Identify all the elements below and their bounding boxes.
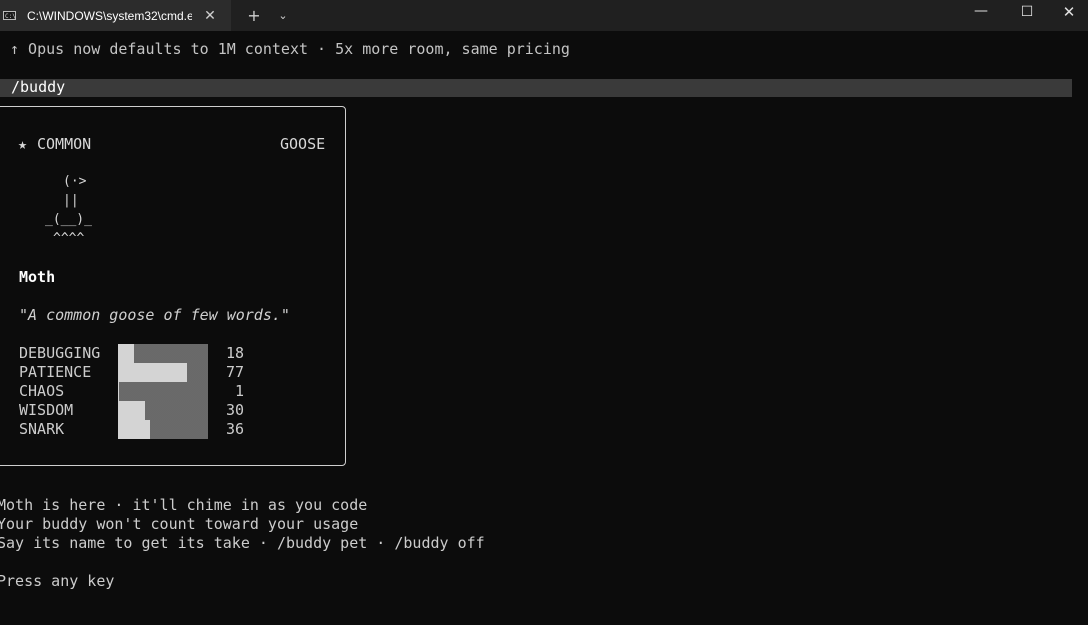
- close-window-button[interactable]: ✕: [1050, 0, 1088, 24]
- species-label: GOOSE: [280, 135, 326, 153]
- stat-bar: [118, 344, 208, 363]
- ascii-art-line: _(__)_: [45, 212, 92, 227]
- star-icon: ★: [18, 135, 28, 153]
- stat-bar: [118, 363, 208, 382]
- stat-bar: [118, 401, 208, 420]
- buddy-name: Moth: [19, 268, 56, 286]
- stat-bar-fill: [118, 420, 150, 439]
- chevron-down-icon[interactable]: ⌄: [273, 5, 293, 27]
- stat-value: 36: [225, 420, 244, 438]
- stat-label: WISDOM: [19, 401, 74, 419]
- update-notice: ↑ Opus now defaults to 1M context · 5x m…: [10, 40, 570, 58]
- rarity-label: COMMON: [37, 135, 92, 153]
- goose-ascii-art: (·> || _(__)_ ^^^^: [45, 172, 92, 248]
- press-key-prompt: Press any key: [0, 572, 115, 590]
- cmd-icon: C:\: [3, 11, 16, 20]
- stat-bar: [118, 382, 208, 401]
- ascii-art-line: (·>: [63, 174, 87, 189]
- title-bar: C:\ C:\WINDOWS\system32\cmd.e ✕ + ⌄ — ☐ …: [0, 0, 1088, 31]
- stat-label: PATIENCE: [19, 363, 92, 381]
- stat-bar-fill: [118, 401, 145, 420]
- stat-value: 18: [225, 344, 244, 362]
- terminal-window: C:\ C:\WINDOWS\system32\cmd.e ✕ + ⌄ — ☐ …: [0, 0, 1088, 625]
- message-line: Your buddy won't count toward your usage: [0, 515, 359, 533]
- minimize-button[interactable]: —: [958, 0, 1004, 24]
- close-tab-icon[interactable]: ✕: [200, 6, 220, 26]
- stat-bar-fill: [118, 382, 119, 401]
- tab-cmd[interactable]: C:\ C:\WINDOWS\system32\cmd.e ✕: [0, 0, 231, 31]
- stat-bar-fill: [118, 363, 187, 382]
- stat-label: DEBUGGING: [19, 344, 101, 362]
- message-line: Say its name to get its take · /buddy pe…: [0, 534, 485, 552]
- maximize-button[interactable]: ☐: [1004, 0, 1050, 24]
- stat-value: 1: [234, 382, 244, 400]
- stat-bar: [118, 420, 208, 439]
- stat-bar-fill: [118, 344, 134, 363]
- command-highlight: [0, 79, 1072, 97]
- ascii-art-line: ^^^^: [53, 231, 85, 246]
- message-line: Moth is here · it'll chime in as you cod…: [0, 496, 368, 514]
- buddy-quote: "A common goose of few words.": [19, 306, 290, 324]
- tab-title: C:\WINDOWS\system32\cmd.e: [27, 9, 192, 23]
- stat-value: 77: [225, 363, 244, 381]
- stat-label: CHAOS: [19, 382, 65, 400]
- ascii-art-line: ||: [63, 193, 79, 208]
- stat-label: SNARK: [19, 420, 65, 438]
- command-text: /buddy: [11, 78, 66, 96]
- new-tab-button[interactable]: +: [243, 5, 265, 27]
- stat-value: 30: [225, 401, 244, 419]
